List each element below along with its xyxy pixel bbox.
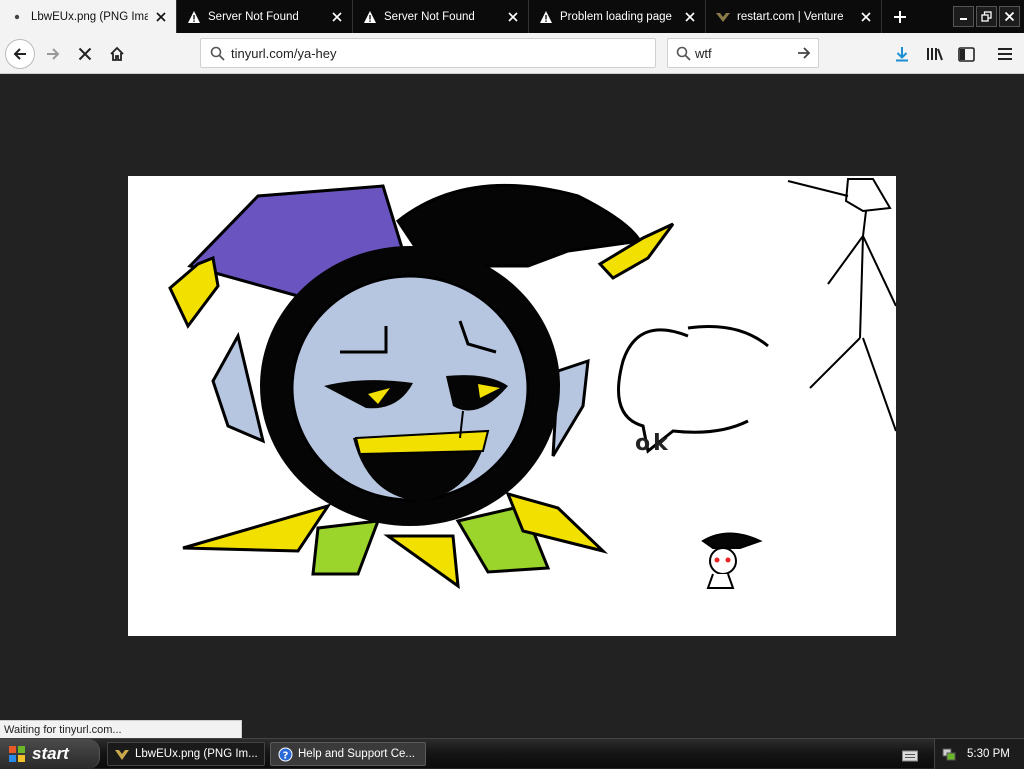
search-input[interactable]: wtf (695, 46, 796, 61)
close-icon (1004, 11, 1015, 22)
close-icon[interactable] (857, 8, 875, 26)
windows-logo-icon (9, 746, 25, 762)
svg-text:?: ? (282, 750, 288, 761)
download-icon (896, 47, 908, 62)
taskbar-item-label: LbwEUx.png (PNG Im... (135, 748, 258, 760)
hamburger-menu-icon (998, 48, 1012, 60)
tab-lbweux[interactable]: LbwEUx.png (PNG Imag (0, 0, 177, 33)
keyboard-icon[interactable] (902, 747, 918, 766)
url-bar[interactable]: tinyurl.com/ya-hey (200, 38, 656, 68)
taskbar: start LbwEUx.png (PNG Im... ? Help and S… (0, 738, 1024, 769)
minimize-button[interactable] (953, 6, 974, 27)
taskbar-item-label: Help and Support Ce... (298, 748, 415, 760)
site-logo-icon (715, 9, 731, 25)
close-window-button[interactable] (999, 6, 1020, 27)
restore-button[interactable] (976, 6, 997, 27)
search-icon (203, 46, 231, 61)
stop-button[interactable] (70, 39, 100, 69)
new-tab-button[interactable] (882, 0, 918, 33)
system-tray: 5:30 PM (934, 739, 1024, 769)
library-icon (927, 48, 943, 61)
search-bar[interactable]: wtf (667, 38, 819, 68)
network-icon[interactable] (941, 746, 957, 762)
navigation-toolbar: tinyurl.com/ya-hey wtf (0, 33, 1024, 74)
arrow-left-icon (13, 48, 26, 60)
minimize-icon (960, 18, 967, 20)
forward-button[interactable] (38, 39, 68, 69)
start-button[interactable]: start (0, 739, 100, 769)
tab-server-not-found-2[interactable]: Server Not Found (353, 0, 529, 33)
warning-icon (186, 9, 202, 25)
tab-problem-loading[interactable]: Problem loading page (529, 0, 706, 33)
sidebar-button[interactable] (951, 39, 981, 69)
arrow-right-icon (47, 48, 60, 60)
page-content: ok (0, 74, 1024, 738)
speech-bubble-text: ok (635, 431, 671, 456)
menu-button[interactable] (990, 39, 1020, 69)
tab-title: restart.com | Venture (737, 10, 844, 23)
go-arrow-icon[interactable] (796, 45, 812, 61)
close-icon[interactable] (504, 8, 522, 26)
help-icon: ? (277, 746, 293, 762)
warning-icon (362, 9, 378, 25)
close-icon[interactable] (152, 8, 170, 26)
home-icon (110, 46, 124, 61)
taskbar-item-firefox[interactable]: LbwEUx.png (PNG Im... (107, 742, 265, 766)
library-button[interactable] (920, 39, 950, 69)
restore-icon (981, 11, 992, 22)
tab-server-not-found-1[interactable]: Server Not Found (177, 0, 353, 33)
tab-title: Server Not Found (208, 10, 299, 23)
back-button[interactable] (5, 39, 35, 69)
search-icon (676, 46, 691, 61)
clock[interactable]: 5:30 PM (967, 748, 1010, 760)
tab-strip: LbwEUx.png (PNG Imag Server Not Found Se… (0, 0, 1024, 33)
status-bar: Waiting for tinyurl.com... (0, 720, 242, 738)
start-label: start (32, 744, 69, 763)
taskbar-item-help[interactable]: ? Help and Support Ce... (270, 742, 426, 766)
plus-icon (894, 10, 906, 23)
tab-restart[interactable]: restart.com | Venture (706, 0, 882, 33)
png-image (128, 176, 896, 636)
stop-x-icon (78, 47, 92, 61)
downloads-button[interactable] (887, 39, 917, 69)
tab-title: LbwEUx.png (PNG Imag (31, 10, 148, 23)
dot-icon (9, 9, 25, 25)
tab-title: Server Not Found (384, 10, 475, 23)
tab-title: Problem loading page (560, 10, 672, 23)
close-icon[interactable] (328, 8, 346, 26)
window-controls (953, 0, 1024, 33)
sidebar-icon (957, 46, 975, 62)
jester-drawing (168, 178, 896, 590)
close-icon[interactable] (681, 8, 699, 26)
warning-icon (538, 9, 554, 25)
home-button[interactable] (102, 39, 132, 69)
firefox-icon (114, 746, 130, 762)
url-text[interactable]: tinyurl.com/ya-hey (231, 46, 336, 61)
